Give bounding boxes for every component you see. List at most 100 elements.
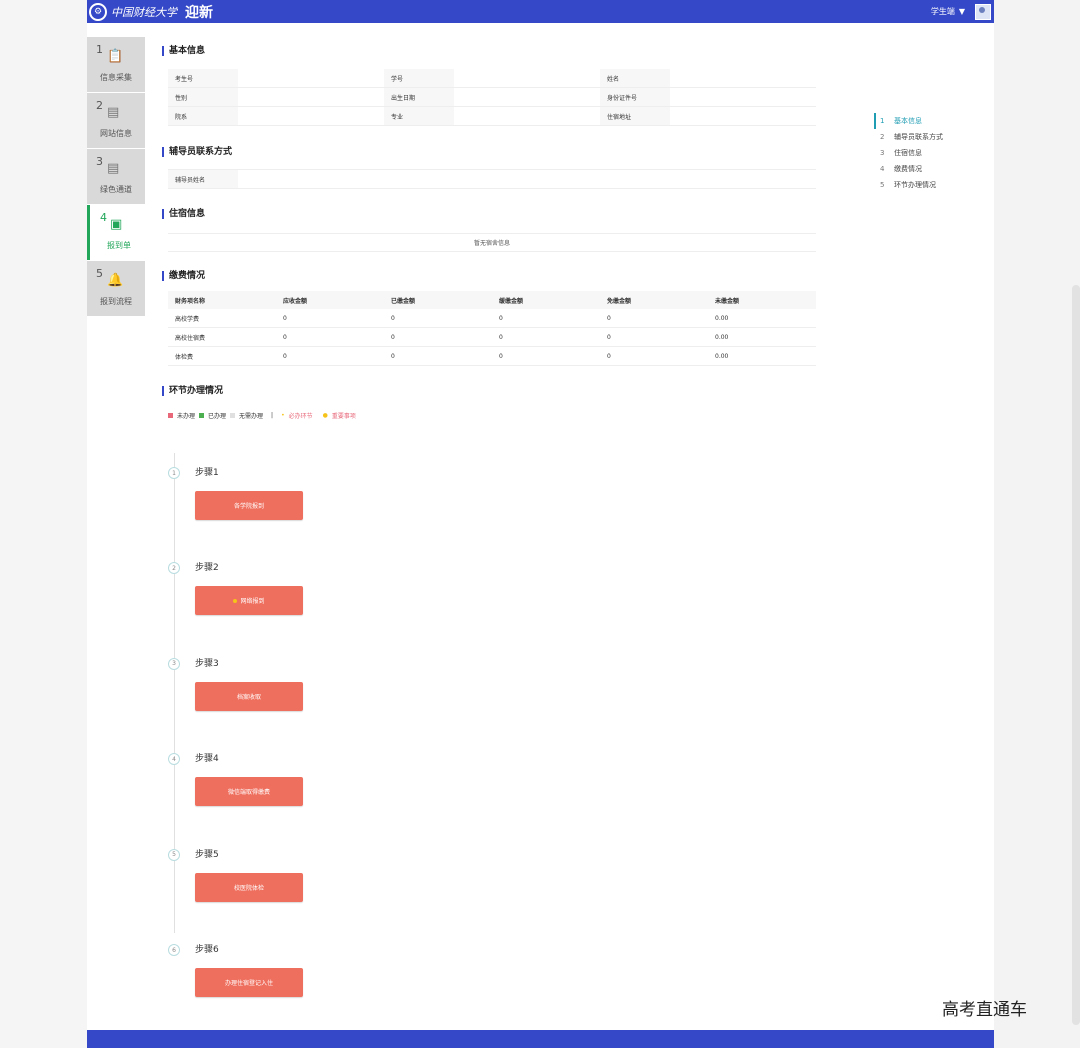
anchor-nav-item[interactable]: 3 住宿信息	[880, 145, 943, 161]
logo-emblem-icon: ⚙	[89, 2, 107, 21]
fee-cell: 高校学费	[175, 315, 200, 323]
step-number: 4	[100, 211, 107, 224]
timeline-step-circle: 6	[168, 944, 180, 956]
steps-sidebar: 1 📋 信息采集 2 ▤ 网站信息 3 ▤ 绿色通道 4 ▣ 报到单 5 🔔 报到流程	[87, 37, 145, 317]
process-step-label: 各学院报到	[233, 503, 264, 510]
info-label: 出生日期	[384, 88, 454, 106]
bell-icon: 🔔	[107, 273, 124, 288]
anchor-nav-item[interactable]: 4 缴费情况	[880, 161, 943, 177]
anchor-number: 1	[880, 117, 885, 125]
timeline-step-circle: 1	[168, 467, 180, 479]
process-step-button[interactable]: 网络报到	[195, 586, 303, 616]
process-step-button[interactable]: 各学院报到	[195, 491, 303, 520]
step-label: 网站信息	[100, 129, 132, 138]
info-value	[670, 88, 816, 106]
step-label: 报到单	[107, 241, 131, 250]
anchor-label: 基本信息	[894, 117, 922, 125]
process-step-label: 档案收取	[236, 693, 261, 701]
teacher-value	[238, 170, 384, 188]
timeline-step-circle: 2	[168, 562, 180, 575]
process-step-label: 网络报到	[240, 598, 265, 606]
anchor-nav-item[interactable]: 5 环节办理情况	[880, 177, 943, 193]
section-title-teacher: 辅导员联系方式	[162, 147, 232, 157]
basic-info-table: 考生号 学号 姓名 性别 出生日期 身份证件号 院系 专业 住宿地址	[168, 69, 816, 126]
top-bar: ⚙ 中国财经大学 迎新 学生端 ▼	[87, 0, 994, 23]
teacher-label: 辅导员姓名	[168, 170, 238, 188]
info-value	[454, 107, 600, 125]
legend-swatch	[199, 413, 205, 418]
anchor-label: 辅导员联系方式	[894, 133, 943, 141]
process-step-label: 校医院体检	[233, 884, 264, 892]
process-step-button[interactable]: 办理住宿登记入住	[195, 968, 303, 997]
university-logo[interactable]: ⚙ 中国财经大学	[87, 2, 177, 21]
legend-swatch	[168, 413, 173, 418]
legend-label: 无需办理	[239, 413, 264, 420]
timeline-step-title: 步骤6	[195, 945, 219, 955]
step-number: 5	[96, 267, 103, 280]
fee-table-header: 财务项名称 应收金额 已缴金额 缓缴金额 免缴金额 未缴金额	[168, 291, 816, 309]
step-item-3[interactable]: 3 ▤ 绿色通道	[87, 149, 145, 204]
fee-cell: 0	[283, 314, 287, 322]
logo-text: 中国财经大学	[111, 5, 177, 19]
step-number: 1	[96, 43, 103, 56]
step-number: 3	[96, 155, 103, 168]
right-backdrop	[994, 0, 1080, 1048]
legend-swatch	[230, 413, 236, 418]
required-mark-icon: •	[281, 412, 285, 419]
dorm-empty-row: 暂无宿舍信息	[168, 233, 816, 252]
fee-header-cell: 财务项名称	[175, 297, 206, 305]
fee-cell: 0	[283, 352, 287, 360]
anchor-nav-item[interactable]: 2 辅导员联系方式	[880, 129, 943, 145]
timeline-line	[174, 453, 175, 933]
process-step-button[interactable]: 校医院体检	[195, 872, 303, 902]
fee-cell: 0	[607, 352, 611, 360]
step-item-2[interactable]: 2 ▤ 网站信息	[87, 93, 145, 148]
legend-separator: |	[271, 412, 274, 419]
chevron-down-icon[interactable]: ▼	[959, 7, 965, 16]
anchor-label: 环节办理情况	[894, 181, 936, 189]
fee-cell: 0	[283, 333, 287, 341]
process-step-button[interactable]: 档案收取	[195, 681, 303, 711]
legend-label: 已办理	[208, 413, 227, 420]
table-row: 体检费 0 0 0 0 0.00	[168, 347, 816, 366]
table-row: 高校住宿费 0 0 0 0 0.00	[168, 328, 816, 347]
info-value	[670, 107, 816, 125]
anchor-number: 2	[880, 133, 885, 141]
info-value	[454, 69, 600, 87]
info-label: 姓名	[600, 69, 670, 87]
user-menu[interactable]: 学生端 ▼	[931, 3, 991, 20]
avatar[interactable]	[975, 3, 991, 20]
fee-header-cell: 缓缴金额	[499, 297, 524, 305]
anchor-nav-item[interactable]: 1 基本信息	[874, 113, 943, 129]
app-title: 迎新	[185, 4, 213, 21]
section-title-process: 环节办理情况	[162, 386, 223, 396]
fee-header-cell: 未缴金额	[715, 297, 740, 305]
table-row: 高校学费 0 0 0 0 0.00	[168, 309, 816, 328]
info-label: 考生号	[168, 69, 238, 87]
teacher-row: 辅导员姓名	[168, 169, 816, 189]
fee-cell: 0	[499, 333, 503, 341]
legend-required: 必办环节	[288, 413, 313, 420]
clipboard-icon: 📋	[107, 49, 124, 64]
timeline-step-title: 步骤2	[195, 563, 219, 574]
watermark-text: 高考直通车	[942, 1000, 1027, 1020]
info-value	[238, 107, 384, 125]
info-label: 院系	[168, 107, 238, 125]
main-content-card: 1 📋 信息采集 2 ▤ 网站信息 3 ▤ 绿色通道 4 ▣ 报到单 5 🔔 报到流程 基本信息 考生号 学号…	[87, 23, 994, 1030]
info-label: 性别	[168, 88, 238, 106]
fee-cell: 0.00	[715, 352, 729, 360]
calendar-icon: ▤	[107, 161, 120, 176]
info-label: 身份证件号	[600, 88, 670, 106]
page-scrollbar[interactable]	[1072, 285, 1080, 1025]
anchor-number: 3	[880, 149, 885, 157]
section-title-basic: 基本信息	[162, 46, 205, 56]
fee-cell: 0	[499, 314, 503, 322]
step-item-1[interactable]: 1 📋 信息采集	[87, 37, 145, 92]
step-item-5[interactable]: 5 🔔 报到流程	[87, 261, 145, 316]
fee-cell: 0	[607, 314, 611, 322]
fee-cell: 0	[391, 333, 395, 341]
info-value	[670, 69, 816, 87]
process-step-label: 办理住宿登记入住	[224, 980, 273, 987]
step-item-4[interactable]: 4 ▣ 报到单	[87, 205, 145, 260]
process-step-button[interactable]: 微信端取得缴费	[195, 777, 303, 807]
